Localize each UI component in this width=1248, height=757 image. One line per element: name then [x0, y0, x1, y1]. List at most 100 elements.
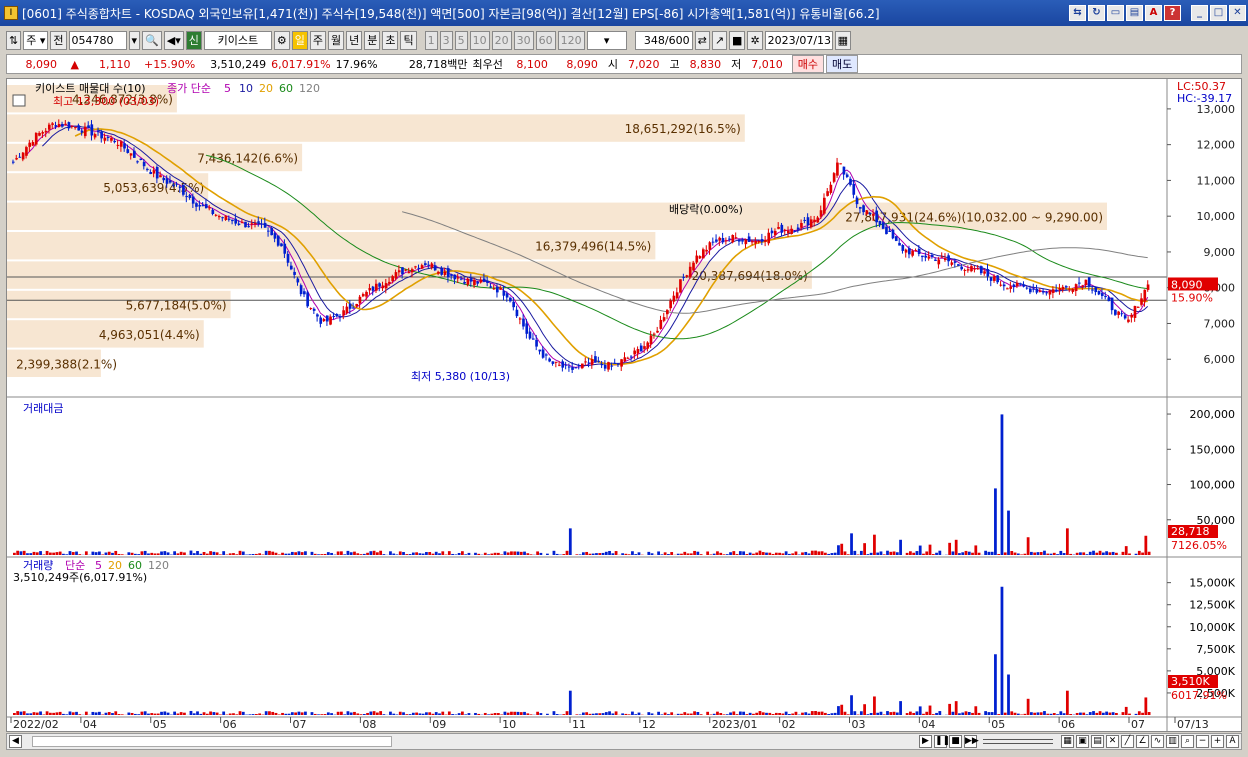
font-icon[interactable]: A — [1145, 5, 1162, 21]
volume-bar — [526, 713, 530, 715]
period-month[interactable]: 월 — [327, 30, 345, 50]
x-tick-label: 05 — [153, 718, 167, 731]
dropdown-icon[interactable]: ▾ — [128, 30, 141, 50]
amount-bar — [137, 554, 141, 555]
period-second[interactable]: 초 — [382, 30, 399, 50]
interval-5[interactable]: 5 — [454, 30, 468, 50]
interval-input[interactable]: ▾ — [586, 30, 627, 50]
tool-chart-icon[interactable]: ▥ — [1166, 735, 1179, 748]
period-minute[interactable]: 분 — [364, 30, 381, 50]
candle — [888, 230, 892, 232]
candle — [881, 222, 885, 229]
stock-name[interactable]: 키이스트 — [203, 30, 272, 50]
tool-icon[interactable]: ⇄ — [694, 30, 710, 50]
tool-line-icon[interactable]: ╱ — [1121, 735, 1134, 748]
candle — [1071, 289, 1075, 292]
candle — [989, 277, 993, 281]
amount-bar — [1124, 546, 1128, 555]
volume-profile: 2,399,388(2.1%)4,963,051(4.4%)5,677,184(… — [7, 85, 1107, 377]
tool-copy-icon[interactable]: ▣ — [1076, 735, 1089, 748]
indicator-icon[interactable]: ↗ — [711, 30, 728, 50]
interval-30[interactable]: 30 — [513, 30, 534, 50]
amount-bar — [202, 551, 206, 555]
period-week[interactable]: 주 — [309, 30, 326, 50]
chart-area[interactable]: 2,399,388(2.1%) 4,963,051(4.4%) 5,677,184(… — [6, 78, 1242, 732]
amount-bar — [882, 554, 886, 555]
candle — [38, 132, 41, 136]
amount-bar — [402, 552, 405, 555]
count-field[interactable]: 348/600 — [634, 30, 693, 50]
code-input[interactable]: 054780 — [68, 30, 127, 50]
amount-bar — [997, 553, 1001, 555]
volume-bar — [65, 714, 69, 715]
tool-angle-icon[interactable]: ∠ — [1136, 735, 1149, 748]
amount-bar — [434, 551, 438, 555]
amount-bar — [84, 551, 88, 555]
amount-bar — [326, 552, 330, 555]
interval-20[interactable]: 20 — [491, 30, 512, 50]
fast-forward-icon[interactable]: ▶▶ — [964, 735, 979, 748]
volume-bar — [833, 712, 837, 715]
settings-icon[interactable]: ⚙ — [273, 30, 290, 50]
scroll-bar[interactable]: ◀ ▶ ❚❚ ■ ▶▶ ▦ ▣ ▤ ✕ ╱ ∠ ∿ ▥ ⌕ − + A — [6, 733, 1242, 750]
type-select[interactable]: 주 ▾ — [23, 30, 49, 50]
text-icon[interactable]: A — [1226, 735, 1239, 748]
interval-120[interactable]: 120 — [557, 30, 585, 50]
volume-bar — [503, 711, 507, 715]
copy-icon[interactable]: ▭ — [1107, 5, 1124, 21]
candle — [630, 356, 633, 358]
close-button[interactable]: ✕ — [1229, 5, 1246, 21]
search-icon[interactable]: 🔍 — [142, 30, 162, 50]
candle — [64, 123, 67, 125]
zoom-icon[interactable]: ⌕ — [1181, 735, 1194, 748]
screen-icon[interactable]: ▤ — [1126, 5, 1143, 21]
buy-button[interactable]: 매수 — [791, 55, 825, 73]
interval-3[interactable]: 3 — [439, 30, 453, 50]
speed-slider[interactable] — [983, 739, 1053, 744]
interval-1[interactable]: 1 — [424, 30, 438, 50]
scroll-left-icon[interactable]: ◀ — [9, 735, 22, 748]
save-icon[interactable]: ■ — [729, 30, 746, 50]
candle — [339, 316, 342, 318]
period-day[interactable]: 일 — [291, 30, 308, 50]
minus-icon[interactable]: − — [1196, 735, 1209, 748]
play-icon[interactable]: ▶ — [919, 735, 932, 748]
amount-bar — [271, 551, 275, 555]
amount-bar — [801, 552, 804, 555]
amount-bar — [219, 554, 222, 555]
maximize-button[interactable]: □ — [1210, 5, 1227, 21]
tool-layout-icon[interactable]: ▤ — [1091, 735, 1104, 748]
amount-bar — [104, 552, 108, 555]
sell-button[interactable]: 매도 — [826, 55, 859, 73]
chart-svg[interactable]: 2,399,388(2.1%)4,963,051(4.4%)5,677,184(… — [7, 79, 1241, 731]
date-field[interactable]: 2023/07/13 — [764, 30, 833, 50]
stop-icon[interactable]: ■ — [949, 735, 962, 748]
link-icon[interactable]: ⇆ — [1069, 5, 1086, 21]
volume-bar — [137, 714, 141, 715]
calendar-icon[interactable]: ▦ — [834, 30, 852, 50]
tool-cross-icon[interactable]: ✕ — [1106, 735, 1119, 748]
gear-icon[interactable]: ✲ — [747, 30, 763, 50]
interval-10[interactable]: 10 — [469, 30, 490, 50]
period-year[interactable]: 년 — [346, 30, 363, 50]
plus-icon[interactable]: + — [1211, 735, 1224, 748]
tool-grid-icon[interactable]: ▦ — [1061, 735, 1074, 748]
help-icon[interactable]: ? — [1164, 5, 1181, 21]
amount-bar — [1030, 551, 1033, 555]
volume-bar — [840, 704, 844, 715]
amount-bar — [1137, 550, 1141, 555]
tool-wave-icon[interactable]: ∿ — [1151, 735, 1164, 748]
period-tick[interactable]: 틱 — [400, 30, 417, 50]
volume-bar — [1059, 711, 1063, 715]
amount-bar — [1052, 552, 1056, 555]
candle — [1022, 284, 1026, 287]
minimize-button[interactable]: _ — [1191, 5, 1208, 21]
sort-icon[interactable]: ⇅ — [6, 30, 22, 50]
scroll-thumb[interactable] — [32, 736, 392, 747]
candle — [767, 232, 771, 244]
pause-icon[interactable]: ❚❚ — [934, 735, 950, 748]
sound-icon[interactable]: ◀▾ — [163, 30, 184, 50]
interval-60[interactable]: 60 — [535, 30, 556, 50]
refresh-icon[interactable]: ↻ — [1088, 5, 1105, 21]
candle — [561, 361, 565, 368]
